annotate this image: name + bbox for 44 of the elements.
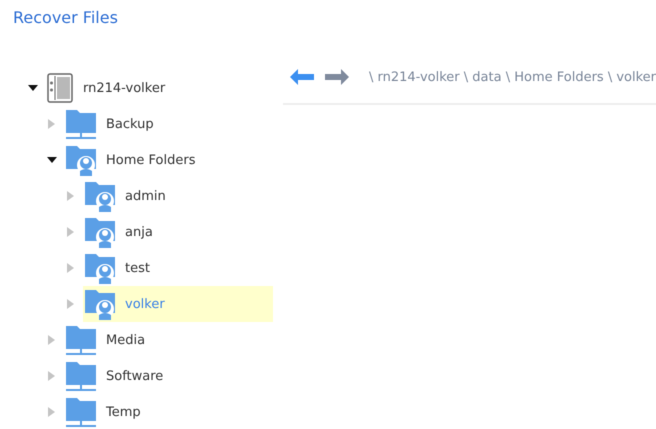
tree-item[interactable]: Software: [64, 358, 273, 394]
tree-item-label: test: [125, 260, 150, 276]
breadcrumb-path: \ rn214-volker \ data \ Home Folders \ volker: [368, 70, 656, 84]
tree-item[interactable]: Home Folders: [64, 142, 273, 178]
tree-item-label: volker: [125, 296, 165, 312]
user-folder-icon: [66, 144, 96, 176]
collapse-arrow-icon[interactable]: [47, 157, 57, 163]
expand-arrow-icon[interactable]: [48, 119, 55, 129]
network-folder-icon: [66, 360, 96, 392]
page-title: Recover Files: [12, 7, 119, 29]
network-folder-icon: [66, 396, 96, 428]
tree-item[interactable]: Backup: [64, 106, 273, 142]
user-folder-icon: [85, 252, 115, 284]
tree-item[interactable]: anja: [83, 214, 273, 250]
tree-item-label: Software: [106, 368, 164, 384]
back-arrow-icon[interactable]: [290, 68, 314, 86]
expand-arrow-icon[interactable]: [48, 407, 55, 417]
expand-arrow-icon[interactable]: [67, 227, 74, 237]
tree-item[interactable]: volker: [83, 286, 273, 322]
tree-item-label: admin: [125, 188, 166, 204]
tree-item-label: Media: [106, 332, 146, 348]
user-folder-icon: [85, 216, 115, 248]
network-folder-icon: [66, 108, 96, 140]
expand-arrow-icon[interactable]: [48, 371, 55, 381]
tree-item[interactable]: Temp: [64, 394, 273, 429]
user-folder-icon: [85, 180, 115, 212]
tree-item[interactable]: test: [83, 250, 273, 286]
expand-arrow-icon[interactable]: [67, 299, 74, 309]
tree-item-label: anja: [125, 224, 153, 240]
tree-item[interactable]: rn214-volker: [45, 70, 273, 106]
tree-item[interactable]: Media: [64, 322, 273, 358]
network-folder-icon: [66, 324, 96, 356]
tree-item-label: Home Folders: [106, 152, 196, 168]
server-icon: [47, 73, 73, 103]
tree-item[interactable]: admin: [83, 178, 273, 214]
expand-arrow-icon[interactable]: [67, 263, 74, 273]
tree-item-label: rn214-volker: [83, 80, 166, 96]
tree-item-label: Backup: [106, 116, 154, 132]
collapse-arrow-icon[interactable]: [28, 85, 38, 91]
tree-item-label: Temp: [106, 404, 141, 420]
expand-arrow-icon[interactable]: [67, 191, 74, 201]
expand-arrow-icon[interactable]: [48, 335, 55, 345]
user-folder-icon: [85, 288, 115, 320]
forward-arrow-icon[interactable]: [324, 68, 349, 86]
